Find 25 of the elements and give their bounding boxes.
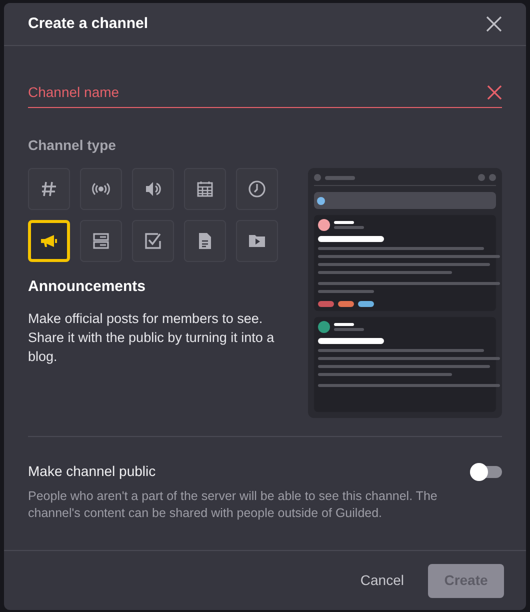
channel-type-tile[interactable]	[132, 168, 174, 210]
public-description: People who aren't a part of the server will be able to see this channel. The channel's content can be shared with people outside of Guilded.	[28, 488, 438, 522]
channel-type-tile[interactable]	[132, 220, 174, 262]
close-icon[interactable]	[486, 16, 502, 32]
channel-type-tile[interactable]	[184, 168, 226, 210]
public-toggle[interactable]	[470, 466, 502, 478]
list-layout-icon	[91, 231, 111, 251]
checkbox-icon	[143, 231, 163, 251]
channel-type-tile[interactable]	[80, 168, 122, 210]
public-toggle-label: Make channel public	[28, 462, 156, 481]
dialog-title: Create a channel	[28, 14, 148, 34]
channel-type-tile[interactable]	[80, 220, 122, 262]
cancel-button[interactable]: Cancel	[360, 570, 404, 591]
hash-icon	[39, 179, 59, 199]
channel-type-title: Announcements	[28, 277, 147, 297]
channel-type-tile[interactable]	[28, 168, 70, 210]
channel-name-field[interactable]: Channel name	[28, 82, 487, 103]
channel-type-tile[interactable]	[236, 168, 278, 210]
channel-type-tile[interactable]	[236, 220, 278, 262]
error-x-icon	[487, 85, 502, 100]
clock-icon	[247, 179, 267, 199]
channel-type-tile[interactable]	[184, 220, 226, 262]
calendar-icon	[195, 179, 215, 199]
channel-type-description: Make official posts for members to see. Share it with the public by turning it into a blog.	[28, 310, 276, 366]
section-label: Channel type	[28, 136, 117, 155]
